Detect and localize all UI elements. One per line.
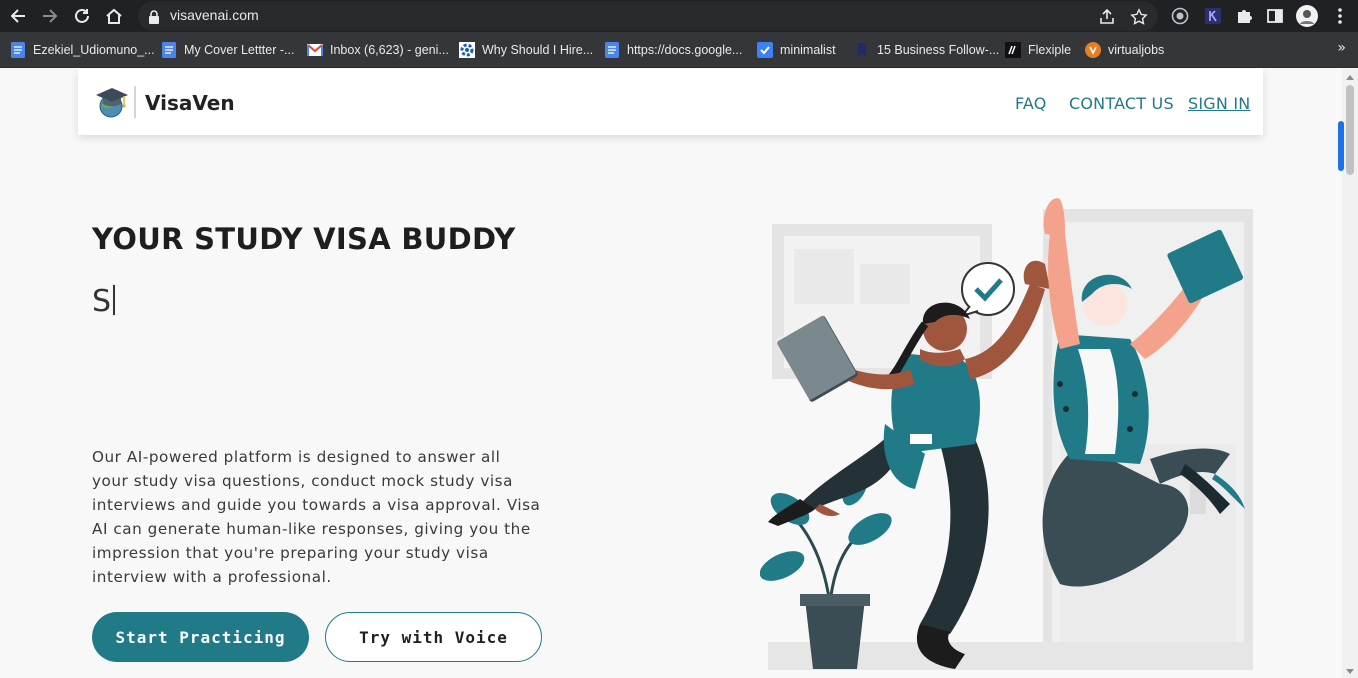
home-icon[interactable] xyxy=(102,4,126,28)
bookmark-label: Why Should I Hire... xyxy=(482,43,594,57)
forward-arrow-icon[interactable] xyxy=(38,4,62,28)
brand-name[interactable]: VisaVen xyxy=(145,91,235,115)
bookmark-label: Inbox (6,623) - geni... xyxy=(330,43,449,57)
nav-link-signin[interactable]: SIGN IN xyxy=(1188,94,1250,113)
docs-icon xyxy=(161,42,177,58)
bookmark-label: virtualjobs xyxy=(1108,43,1165,57)
flexiple-icon xyxy=(1005,42,1021,58)
bookmark-label: Flexiple xyxy=(1028,43,1072,57)
checkbox-icon xyxy=(757,42,773,58)
vertical-scrollbar[interactable] xyxy=(1338,69,1358,678)
side-panel-icon[interactable] xyxy=(1264,5,1286,27)
bookmark-item[interactable]: Flexiple xyxy=(1005,41,1071,59)
back-arrow-icon[interactable] xyxy=(6,4,30,28)
site-header: VisaVen FAQ CONTACT US SIGN IN xyxy=(78,69,1263,135)
hero-title: YOUR STUDY VISA BUDDY xyxy=(92,222,516,256)
puzzle-icon[interactable] xyxy=(1233,5,1255,27)
page-content: VisaVen FAQ CONTACT US SIGN IN YOUR STUD… xyxy=(0,69,1342,678)
bookmark-item[interactable]: My Cover Lettter -... xyxy=(161,41,294,59)
bookmark-label: Ezekiel_Udiomuno_... xyxy=(33,43,155,57)
try-with-voice-button[interactable]: Try with Voice xyxy=(325,612,542,662)
bookmark-label: 15 Business Follow-... xyxy=(877,43,1000,57)
scroll-down-arrow-icon[interactable] xyxy=(1346,669,1354,674)
bookmark-item[interactable]: Ezekiel_Udiomuno_... xyxy=(10,41,155,59)
reload-icon[interactable] xyxy=(70,4,94,28)
bookmark-icon xyxy=(854,42,870,58)
url-text: visavenai.com xyxy=(170,7,259,23)
gmail-icon xyxy=(307,42,323,58)
bookmark-item[interactable]: 15 Business Follow-... xyxy=(854,41,999,59)
bookmark-item[interactable]: minimalist xyxy=(757,41,836,59)
profile-avatar-icon[interactable] xyxy=(1296,5,1318,27)
share-icon[interactable] xyxy=(1098,8,1116,26)
bookmarks-overflow-icon[interactable]: » xyxy=(1337,40,1346,56)
text-caret xyxy=(113,285,116,315)
lock-icon xyxy=(148,9,160,28)
star-icon[interactable] xyxy=(1130,8,1148,26)
scroll-position-marker xyxy=(1338,121,1344,171)
typed-text: S xyxy=(92,284,112,319)
bookmark-item[interactable]: virtualjobs xyxy=(1085,41,1164,59)
bookmark-label: minimalist xyxy=(780,43,836,57)
docs-icon xyxy=(10,42,26,58)
kebab-menu-icon[interactable] xyxy=(1329,5,1351,27)
hero-description: Our AI-powered platform is designed to a… xyxy=(92,448,541,586)
bookmarks-bar: Ezekiel_Udiomuno_... My Cover Lettter -.… xyxy=(0,32,1358,68)
address-bar[interactable]: visavenai.com xyxy=(138,1,1158,31)
bookmark-item[interactable]: Inbox (6,623) - geni... xyxy=(307,41,449,59)
virtualjobs-icon xyxy=(1085,42,1101,58)
nav-link-faq[interactable]: FAQ xyxy=(1015,94,1047,113)
bookmark-label: My Cover Lettter -... xyxy=(184,43,295,57)
target-extension-icon[interactable] xyxy=(1169,5,1191,27)
browser-toolbar: visavenai.com xyxy=(0,0,1358,32)
nav-link-contact[interactable]: CONTACT US xyxy=(1069,94,1174,113)
k-extension-icon[interactable] xyxy=(1202,5,1224,27)
bookmark-item[interactable]: https://docs.google... xyxy=(604,41,742,59)
scroll-up-arrow-icon[interactable] xyxy=(1346,75,1354,80)
gear-icon xyxy=(459,42,475,58)
docs-icon xyxy=(604,42,620,58)
graduation-cap-logo-icon[interactable] xyxy=(94,84,130,120)
start-practicing-button[interactable]: Start Practicing xyxy=(92,612,309,662)
scrollbar-thumb[interactable] xyxy=(1346,85,1354,175)
bookmark-item[interactable]: Why Should I Hire... xyxy=(459,41,593,59)
logo-divider xyxy=(134,86,136,118)
bookmark-label: https://docs.google... xyxy=(627,43,743,57)
high-five-illustration xyxy=(760,198,1253,670)
typewriter-text: S xyxy=(92,284,116,319)
